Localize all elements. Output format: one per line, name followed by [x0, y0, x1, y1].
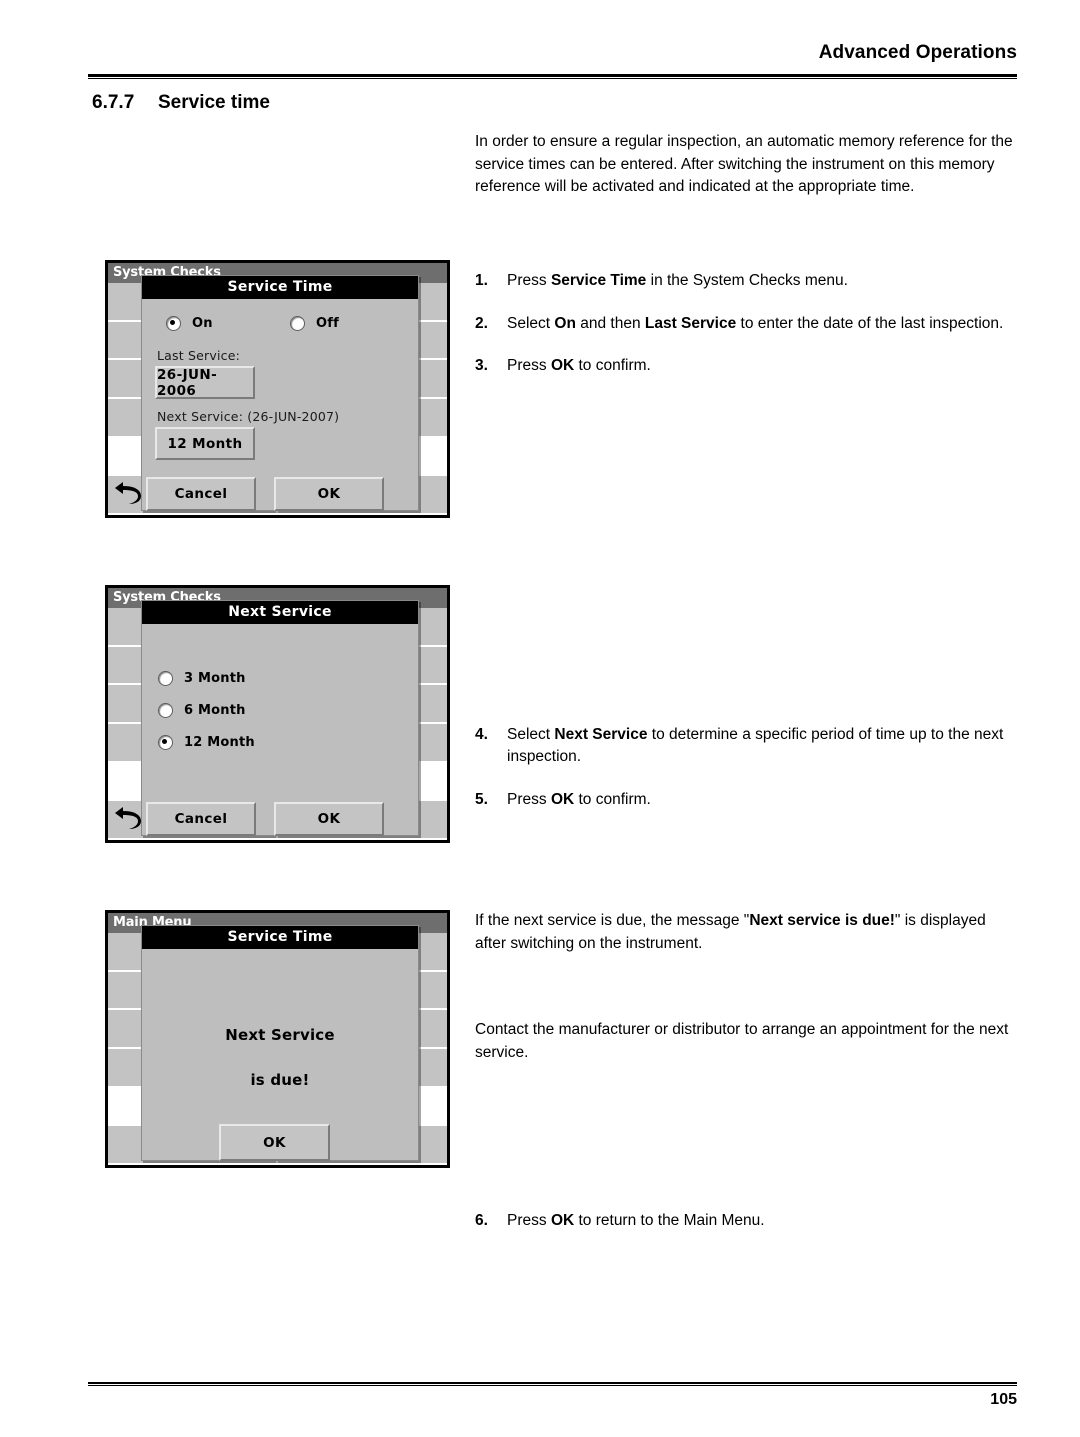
option-6-month[interactable]: 6 Month — [158, 703, 246, 718]
radio-indicator-icon — [158, 735, 173, 750]
steps-group-1: 1. Press Service Time in the System Check… — [475, 270, 1020, 378]
step-4-text-bold: Next Service — [554, 725, 648, 743]
step-5-text-bold: OK — [550, 790, 575, 808]
next-service-dialog: Next Service 3 Month 6 Month 12 Month Ca… — [141, 600, 419, 836]
steps-group-2: 4. Select Next Service to determine a spe… — [475, 724, 1020, 812]
dialog-title: Service Time — [142, 926, 418, 949]
ok-button[interactable]: OK — [274, 477, 384, 511]
radio-on-indicator-icon — [166, 316, 181, 331]
radio-indicator-icon — [158, 703, 173, 718]
step-5: 5. Press OK to confirm. — [475, 789, 1020, 812]
step-6-text-bold: OK — [550, 1212, 575, 1229]
ok-button[interactable]: OK — [274, 802, 384, 836]
last-service-label: Last Service: — [157, 348, 241, 363]
cancel-button[interactable]: Cancel — [146, 802, 256, 836]
due-note-bold: Next service is due! — [749, 912, 895, 929]
ok-button[interactable]: OK — [219, 1124, 330, 1161]
step-3-text-prefix: Press — [507, 357, 551, 374]
service-time-dialog: Service Time On Off Last Service: 26-JUN… — [141, 275, 419, 511]
step-2-text-suffix: to enter the date of the last inspection… — [736, 314, 1004, 332]
step-3-number: 3. — [475, 357, 488, 374]
steps-group-3: 6. Press OK to return to the Main Menu. — [475, 1210, 1020, 1233]
step-5-text-prefix: Press — [507, 790, 551, 808]
option-6-month-label: 6 Month — [184, 703, 246, 718]
option-3-month-label: 3 Month — [184, 671, 246, 686]
step-4: 4. Select Next Service to determine a spe… — [475, 724, 1020, 769]
page-title: 6.7.7 Service time — [92, 92, 270, 114]
section-title: Service time — [158, 92, 270, 113]
radio-off[interactable]: Off — [290, 316, 339, 331]
step-1-text-prefix: Press — [507, 272, 551, 289]
due-message-line-1: Next Service — [225, 1026, 335, 1044]
contact-note-block: Contact the manufacturer or distributor … — [475, 1019, 1020, 1064]
step-1-text-bold: Service Time — [550, 272, 647, 289]
header-rule — [88, 74, 1017, 79]
step-5-number: 5. — [475, 790, 488, 808]
step-1-number: 1. — [475, 272, 488, 289]
step-3: 3. Press OK to confirm. — [475, 355, 1020, 378]
screenshot-next-service: System Checks ( s ce — [105, 585, 450, 843]
footer-rule — [88, 1382, 1017, 1386]
step-6: 6. Press OK to return to the Main Menu. — [475, 1210, 1020, 1233]
step-3-text-suffix: to confirm. — [574, 357, 651, 374]
screenshot-service-time: System Checks ( s ce — [105, 260, 450, 518]
contact-note: Contact the manufacturer or distributor … — [475, 1021, 1009, 1061]
radio-indicator-icon — [158, 671, 173, 686]
page-number: 105 — [990, 1391, 1017, 1408]
due-note: If the next service is due, the message … — [475, 910, 1020, 955]
running-head: Advanced Operations — [818, 42, 1017, 63]
option-12-month[interactable]: 12 Month — [158, 735, 255, 750]
step-6-text-suffix: to return to the Main Menu. — [574, 1212, 765, 1229]
service-due-dialog: Service Time Next Service is due! OK — [141, 925, 419, 1161]
step-2-text-bold: On — [554, 314, 576, 332]
step-2-text-mid: and then — [575, 314, 645, 332]
step-2: 2. Select On and then Last Service to ent… — [475, 313, 1020, 336]
radio-off-label: Off — [316, 316, 339, 331]
intro-paragraph: In order to ensure a regular inspection,… — [475, 133, 1013, 195]
dialog-title: Next Service — [142, 601, 418, 624]
step-1: 1. Press Service Time in the System Check… — [475, 270, 1020, 293]
step-5-text-suffix: to confirm. — [574, 790, 651, 808]
dialog-title: Service Time — [142, 276, 418, 299]
due-note-block: If the next service is due, the message … — [475, 910, 1020, 955]
option-3-month[interactable]: 3 Month — [158, 671, 246, 686]
next-service-label: Next Service: (26-JUN-2007) — [157, 409, 340, 424]
due-message-line-2: is due! — [250, 1071, 310, 1089]
option-12-month-label: 12 Month — [184, 735, 255, 750]
intro-paragraph-block: In order to ensure a regular inspection,… — [475, 131, 1020, 199]
step-2-text-prefix: Select — [507, 314, 555, 332]
step-2-text-bold-2: Last Service — [644, 314, 737, 332]
step-4-number: 4. — [475, 725, 488, 743]
radio-on[interactable]: On — [166, 316, 213, 331]
cancel-button[interactable]: Cancel — [146, 477, 256, 511]
last-service-value-button[interactable]: 26-JUN-2006 — [155, 366, 255, 399]
step-6-text-prefix: Press — [507, 1212, 551, 1229]
step-3-text-bold: OK — [550, 357, 575, 374]
step-6-number: 6. — [475, 1212, 488, 1229]
next-service-value-button[interactable]: 12 Month — [155, 427, 255, 460]
radio-on-label: On — [192, 316, 213, 331]
section-number: 6.7.7 — [92, 92, 135, 113]
radio-off-indicator-icon — [290, 316, 305, 331]
due-note-prefix: If the next service is due, the message … — [475, 912, 750, 929]
step-4-text-prefix: Select — [507, 725, 555, 743]
step-1-text-suffix: in the System Checks menu. — [646, 272, 848, 289]
screenshot-service-due: Main Menu Sin W S C s — [105, 910, 450, 1168]
step-2-number: 2. — [475, 314, 488, 332]
